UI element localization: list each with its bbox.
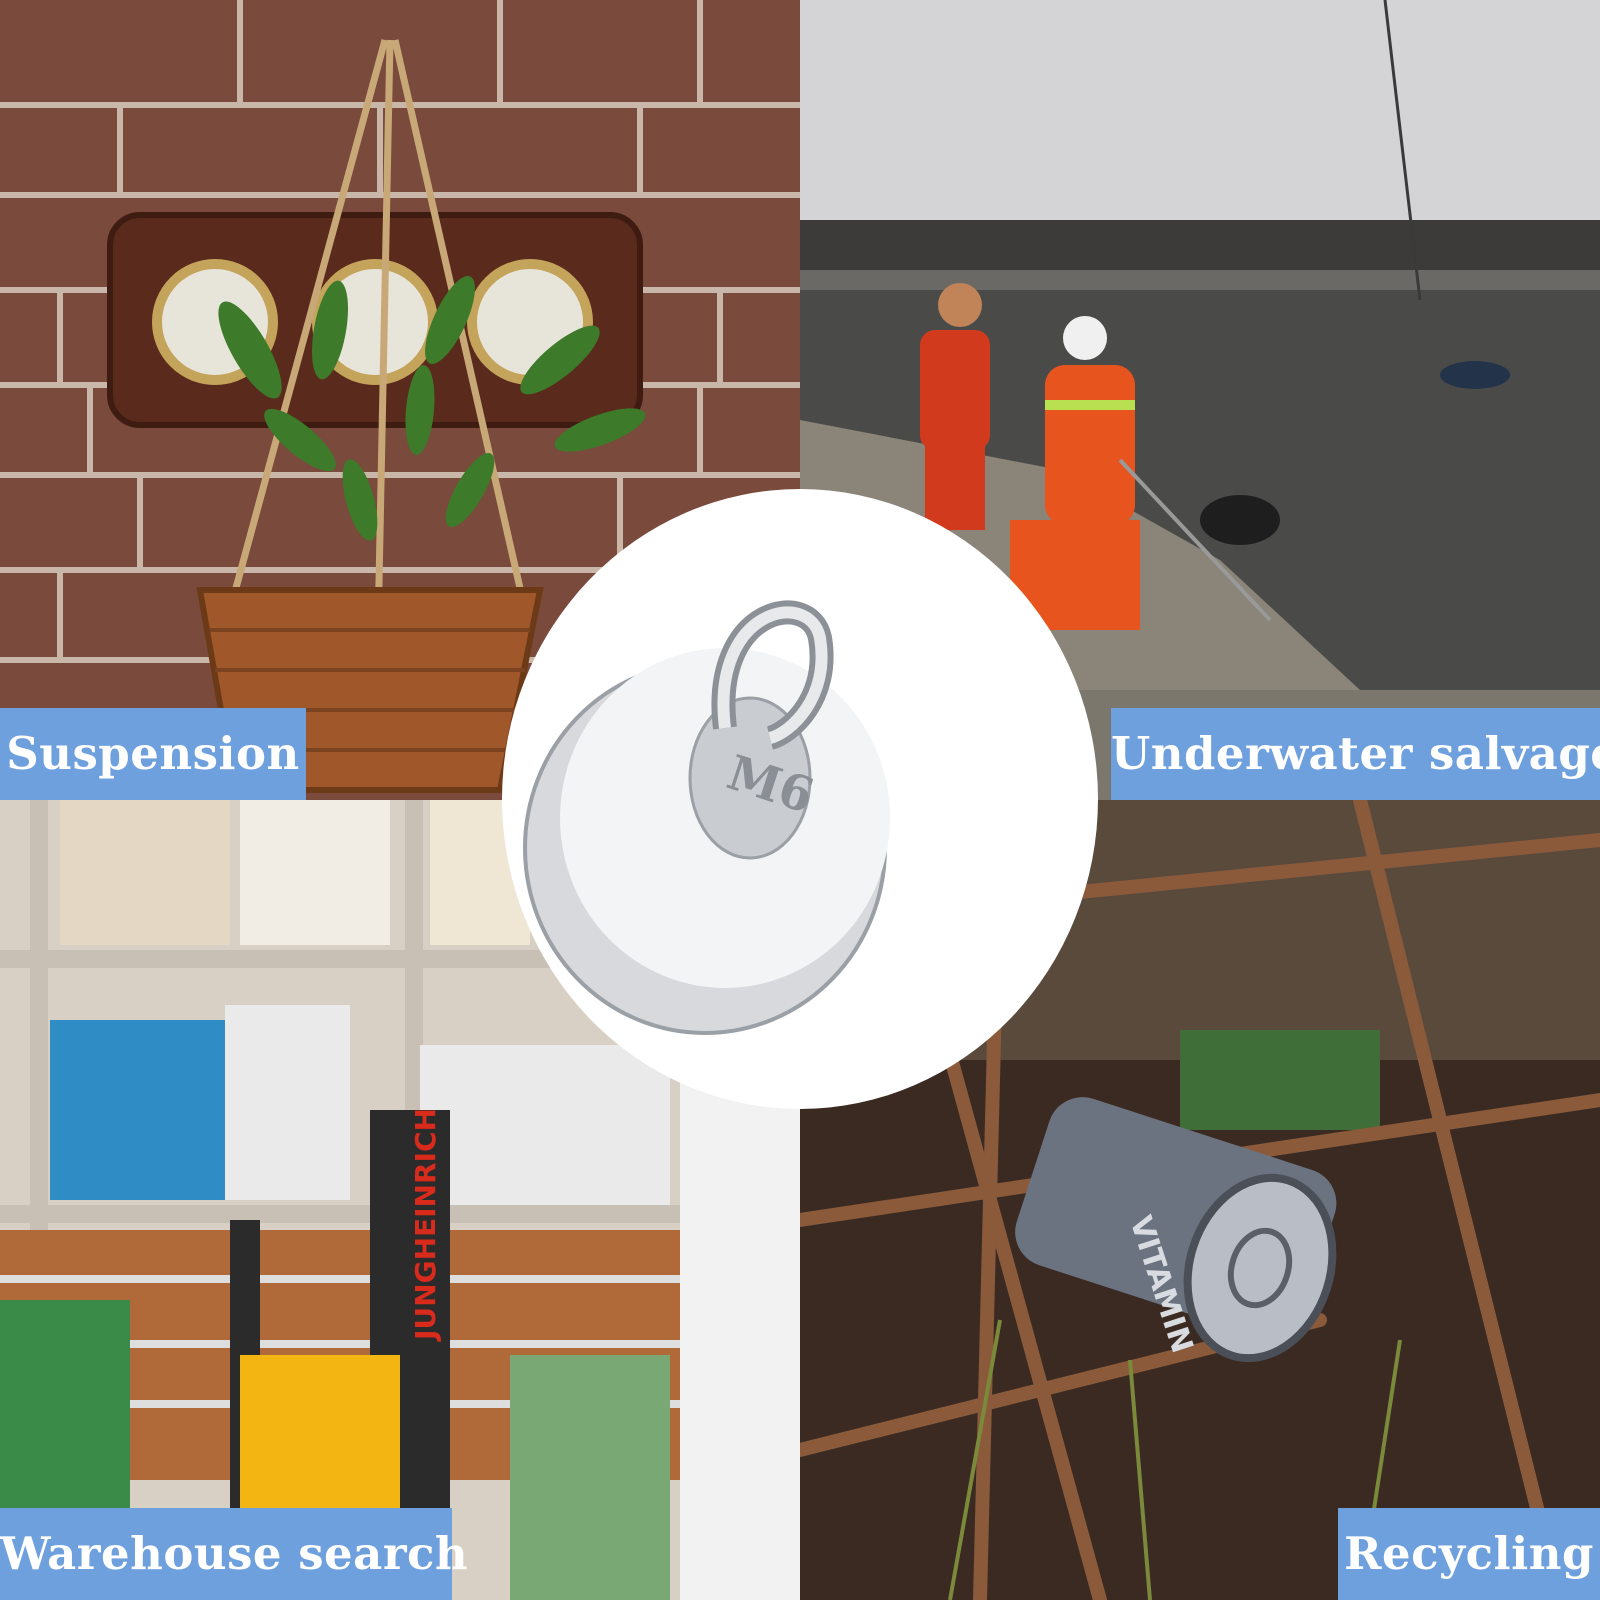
svg-text:JUNGHEINRICH: JUNGHEINRICH xyxy=(409,1108,442,1342)
diver xyxy=(1200,495,1280,545)
submerged-car xyxy=(1440,361,1510,389)
green-leaves xyxy=(1180,1030,1380,1130)
label-underwater-salvage: Underwater salvage xyxy=(1111,708,1600,800)
bridge xyxy=(800,270,1600,290)
stacked-goods-top xyxy=(60,800,530,945)
bagged-goods xyxy=(510,1355,670,1600)
magnet-product-disc: M6 xyxy=(500,488,1100,1110)
label-warehouse-search: Warehouse search xyxy=(0,1508,468,1600)
label-suspension: Suspension xyxy=(0,708,306,800)
stacked-goods-blue xyxy=(50,1020,225,1200)
crowd-on-bridge xyxy=(800,220,1600,270)
label-recycling: Recycling xyxy=(1338,1508,1600,1600)
